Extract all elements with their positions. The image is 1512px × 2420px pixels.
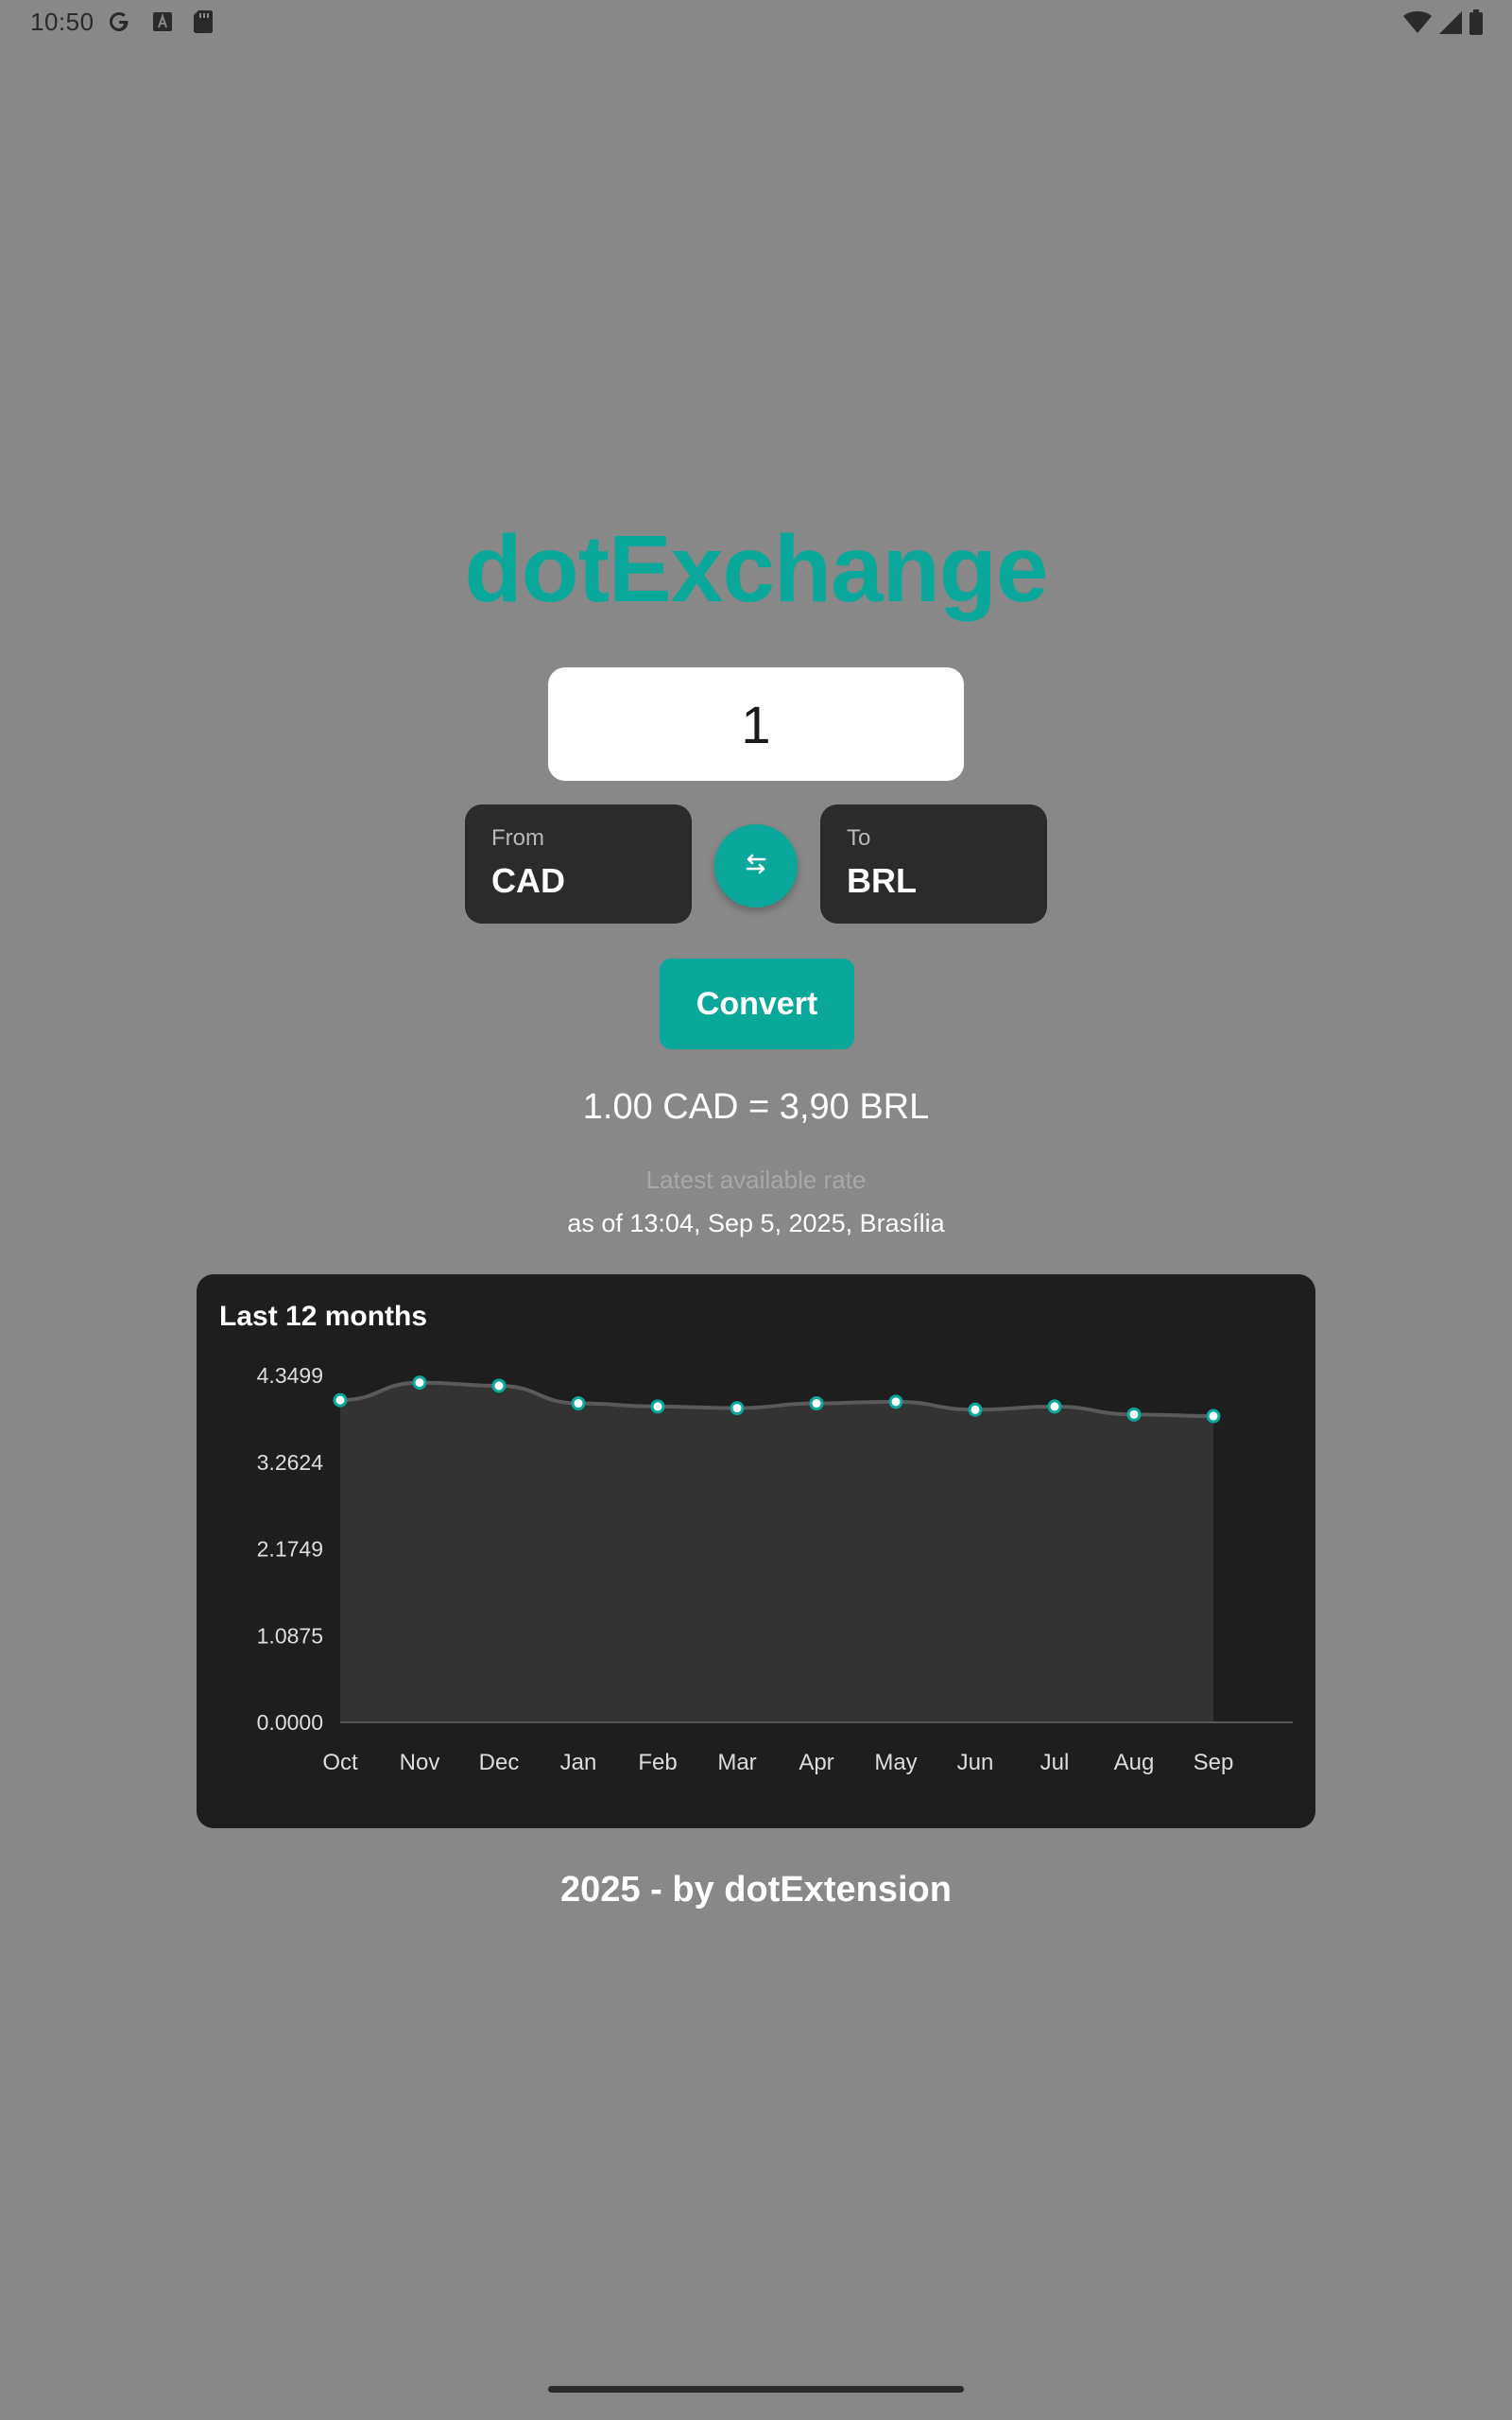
chart-point-aug bbox=[1126, 1407, 1142, 1422]
from-label: From bbox=[491, 825, 544, 851]
x-tick-label: May bbox=[874, 1750, 917, 1775]
x-tick-label: Sep bbox=[1194, 1750, 1234, 1775]
chart-point-jan bbox=[571, 1396, 586, 1411]
to-currency-code: BRL bbox=[847, 861, 917, 900]
y-tick-label: 0.0000 bbox=[257, 1710, 323, 1735]
y-tick-label: 3.2624 bbox=[257, 1450, 324, 1475]
x-tick-label: Mar bbox=[717, 1750, 756, 1775]
y-tick-label: 4.3499 bbox=[257, 1363, 323, 1388]
status-bar: 10:50 bbox=[0, 0, 1512, 45]
status-time: 10:50 bbox=[30, 8, 94, 36]
app-title: dotExchange bbox=[464, 516, 1049, 622]
rate-timestamp: as of 13:04, Sep 5, 2025, Brasília bbox=[567, 1209, 945, 1237]
y-tick-label: 2.1749 bbox=[257, 1537, 323, 1562]
x-tick-label: Apr bbox=[799, 1750, 833, 1775]
chart-point-mar bbox=[730, 1401, 745, 1416]
x-tick-label: Jun bbox=[957, 1750, 994, 1775]
google-g-icon bbox=[106, 9, 132, 40]
rate-note: Latest available rate bbox=[645, 1166, 867, 1194]
chart-point-nov bbox=[412, 1375, 427, 1391]
chart-point-feb bbox=[650, 1399, 665, 1414]
y-tick-label: 1.0875 bbox=[257, 1623, 323, 1648]
x-tick-label: Jan bbox=[560, 1750, 597, 1775]
chart-point-oct bbox=[333, 1392, 348, 1408]
x-tick-label: Dec bbox=[479, 1750, 520, 1775]
battery-icon bbox=[1469, 9, 1484, 41]
convert-button[interactable]: Convert bbox=[660, 959, 854, 1049]
sd-card-icon bbox=[193, 9, 214, 39]
x-tick-label: Feb bbox=[638, 1750, 677, 1775]
text-a-icon bbox=[151, 10, 174, 38]
chart-point-sep bbox=[1206, 1409, 1221, 1424]
from-currency-select[interactable]: From CAD bbox=[465, 804, 692, 924]
to-label: To bbox=[847, 825, 871, 851]
status-right-icons bbox=[1402, 9, 1484, 41]
x-tick-label: Nov bbox=[400, 1750, 440, 1775]
footer-credit: 2025 - by dotExtension bbox=[560, 1870, 952, 1910]
chart-area-fill bbox=[340, 1382, 1213, 1722]
to-currency-select[interactable]: To BRL bbox=[820, 804, 1047, 924]
from-currency-code: CAD bbox=[491, 861, 565, 900]
amount-field[interactable] bbox=[548, 667, 964, 781]
chart-point-apr bbox=[809, 1396, 824, 1411]
history-chart: 4.3499 3.2624 2.1749 1.0875 0.0000 Oct Nov Dec J… bbox=[257, 1363, 1293, 1775]
chart-point-jun bbox=[968, 1402, 983, 1417]
conversion-result: 1.00 CAD = 3,90 BRL bbox=[582, 1087, 930, 1127]
gesture-nav-handle[interactable] bbox=[548, 2386, 964, 2393]
x-tick-label: Oct bbox=[322, 1750, 358, 1775]
history-chart-card: Last 12 months 4.3499 3.2624 2.1749 1.0875 0… bbox=[197, 1274, 1315, 1828]
swap-arrows-icon bbox=[742, 850, 770, 883]
chart-point-dec bbox=[491, 1378, 507, 1393]
wifi-icon bbox=[1402, 10, 1433, 40]
x-tick-label: Aug bbox=[1114, 1750, 1155, 1775]
amount-input[interactable] bbox=[565, 692, 947, 756]
status-left-icons bbox=[106, 9, 214, 40]
cell-signal-icon bbox=[1438, 10, 1463, 40]
x-tick-label: Jul bbox=[1040, 1750, 1070, 1775]
chart-point-jul bbox=[1047, 1399, 1062, 1414]
chart-point-may bbox=[888, 1394, 903, 1409]
swap-button[interactable] bbox=[714, 824, 798, 908]
